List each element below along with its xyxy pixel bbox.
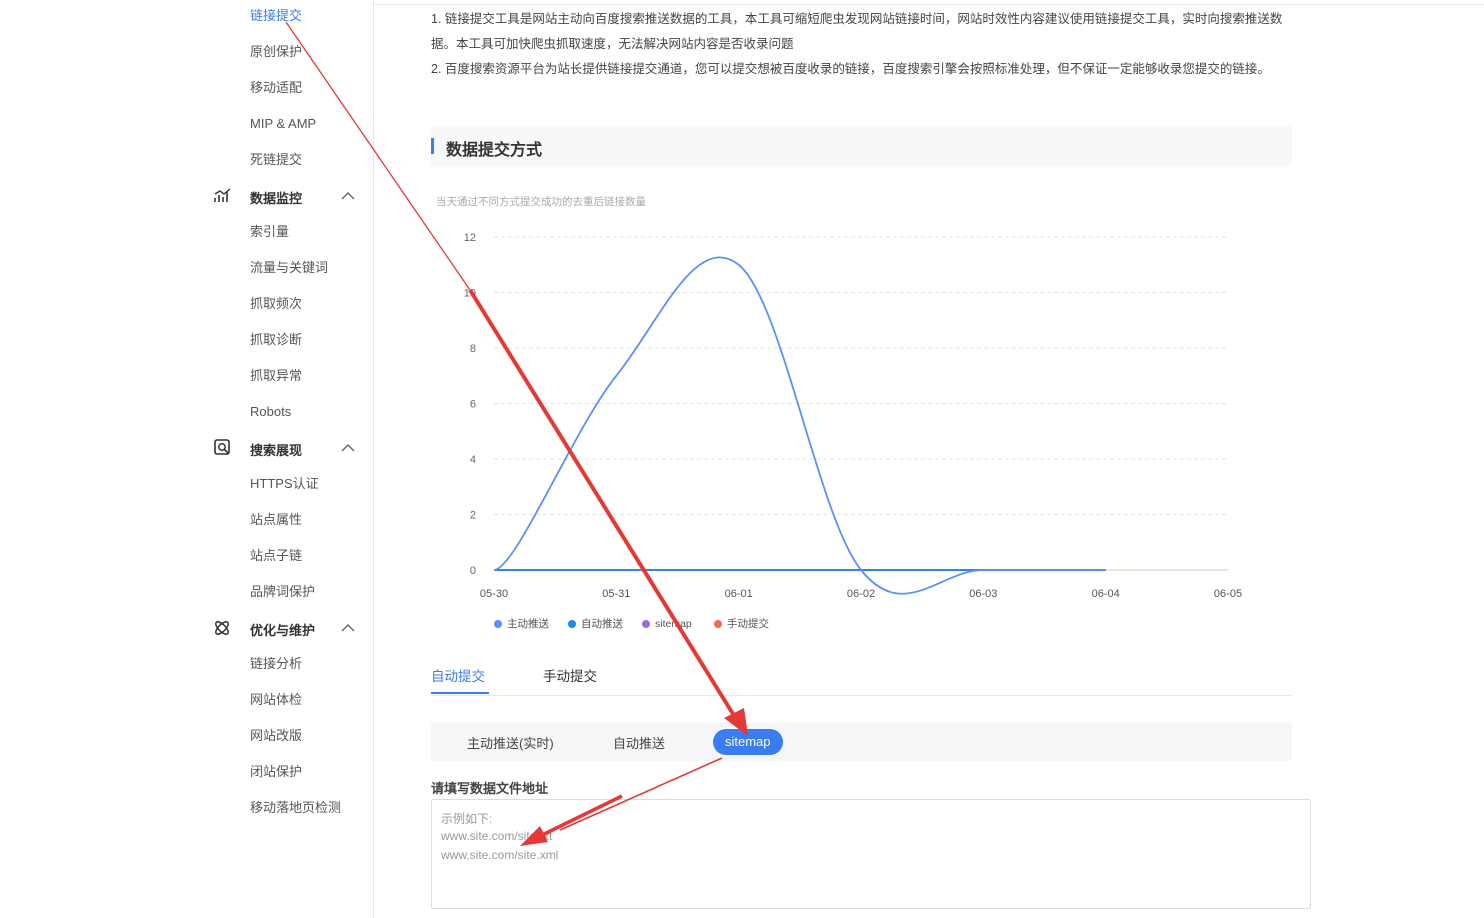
sidebar-item-mobile-adapt[interactable]: 移动适配 <box>250 80 302 96</box>
sidebar-group-label: 优化与维护 <box>250 623 316 638</box>
sidebar-item-original-protect[interactable]: 原创保护 <box>250 44 302 60</box>
sidebar-group-optimize[interactable]: 优化与维护 <box>212 618 360 638</box>
legend-label: sitemap <box>655 618 692 630</box>
legend-marker <box>642 620 650 628</box>
sidebar-item-site-attr[interactable]: 站点属性 <box>250 512 302 528</box>
legend-label: 手动提交 <box>727 617 769 630</box>
legend-label: 自动推送 <box>581 617 623 630</box>
x-tick-label: 05-30 <box>480 588 508 600</box>
y-tick-label: 12 <box>464 232 476 244</box>
sidebar-item-site-close[interactable]: 闭站保护 <box>250 764 302 780</box>
placeholder-line: www.site.com/site.xml <box>441 848 559 862</box>
x-tick-label: 05-31 <box>602 588 630 600</box>
y-tick-label: 10 <box>464 288 476 300</box>
tab-auto-submit[interactable]: 自动提交 <box>431 665 485 685</box>
x-tick-label: 06-02 <box>847 588 875 600</box>
sidebar-item-dead-link[interactable]: 死链提交 <box>250 152 302 168</box>
data-file-label: 请填写数据文件地址 <box>431 781 549 796</box>
sidebar-group-label: 数据监控 <box>250 191 303 206</box>
line-chart: 0 2 4 6 8 10 12 05-30 05-31 06-01 06-02 06-03 06-04 0… <box>464 232 1242 630</box>
submit-tabs: 自动提交 手动提交 <box>431 657 1292 696</box>
sidebar-item-mobile-landing[interactable]: 移动落地页检测 <box>250 800 341 816</box>
placeholder-line: www.site.com/site.txt <box>441 829 553 843</box>
y-tick-label: 2 <box>470 510 476 522</box>
sidebar-item-sitelinks[interactable]: 站点子链 <box>250 548 302 564</box>
sidebar-item-index[interactable]: 索引量 <box>250 224 289 240</box>
y-tick-label: 4 <box>470 454 476 466</box>
sidebar-group-data-monitor[interactable]: 数据监控 <box>212 186 360 206</box>
sidebar-item-brand-protect[interactable]: 品牌词保护 <box>250 584 315 600</box>
y-tick-label: 8 <box>470 343 476 355</box>
atom-icon <box>215 621 229 635</box>
series-line-主动推送 <box>493 256 1106 595</box>
placeholder-line: 示例如下: <box>441 812 493 826</box>
sidebar-item-crawl-error[interactable]: 抓取异常 <box>250 368 302 384</box>
sidebar-item-site-revision[interactable]: 网站改版 <box>250 728 302 744</box>
chevron-up-icon[interactable] <box>340 618 356 638</box>
sidebar-item-crawl-frequency[interactable]: 抓取频次 <box>250 296 302 312</box>
intro-text: 1. 链接提交工具是网站主动向百度搜索推送数据的工具，本工具可缩短爬虫发现网站链… <box>431 7 1301 82</box>
sidebar-item-site-check[interactable]: 网站体检 <box>250 692 302 708</box>
sidebar-item-crawl-diagnose[interactable]: 抓取诊断 <box>250 332 302 348</box>
sidebar-item-mip-amp[interactable]: MIP & AMP <box>250 116 316 132</box>
legend-marker <box>494 620 502 628</box>
sidebar-group-label: 搜索展现 <box>250 443 303 458</box>
data-file-input[interactable]: 示例如下: www.site.com/site.txt www.site.com… <box>431 799 1311 909</box>
tab-manual-submit[interactable]: 手动提交 <box>543 665 597 685</box>
sidebar-item-link-submit[interactable]: 链接提交 <box>250 8 302 24</box>
intro-line: 1. 链接提交工具是网站主动向百度搜索推送数据的工具，本工具可缩短爬虫发现网站链… <box>431 12 1283 26</box>
sidebar-item-https[interactable]: HTTPS认证 <box>250 476 319 492</box>
chart-title: 当天通过不同方式提交成功的去重后链接数量 <box>436 196 646 208</box>
sidebar-item-link-analysis[interactable]: 链接分析 <box>250 656 302 672</box>
legend-marker <box>714 620 722 628</box>
search-display-icon <box>214 439 230 455</box>
legend-label: 主动推送 <box>507 617 549 630</box>
subtab-sitemap[interactable]: sitemap <box>713 729 783 755</box>
section-accent-bar <box>431 138 434 154</box>
sidebar-group-search-display[interactable]: 搜索展现 <box>212 438 360 458</box>
chevron-up-icon[interactable] <box>340 438 356 458</box>
legend-marker <box>568 620 576 628</box>
sidebar: 链接提交 原创保护 移动适配 MIP & AMP 死链提交 数据监控 索引量 流… <box>0 0 374 918</box>
active-tab-indicator <box>431 692 489 694</box>
sidebar-item-robots[interactable]: Robots <box>250 404 291 420</box>
x-tick-label: 06-01 <box>725 588 753 600</box>
sidebar-item-traffic-keywords[interactable]: 流量与关键词 <box>250 260 328 276</box>
section-title: 数据提交方式 <box>446 142 543 159</box>
section-header: 数据提交方式 <box>431 126 1292 166</box>
intro-line: 2. 百度搜索资源平台为站长提供链接提交通道，您可以提交想被百度收录的链接，百度… <box>431 62 1270 76</box>
x-tick-label: 06-05 <box>1214 588 1242 600</box>
subtab-auto-push[interactable]: 自动推送 <box>613 733 665 752</box>
chart-icon <box>214 188 231 202</box>
intro-line: 据。本工具可加快爬虫抓取速度，无法解决网站内容是否收录问题 <box>431 37 794 51</box>
y-tick-label: 0 <box>470 565 476 577</box>
x-tick-label: 06-03 <box>969 588 997 600</box>
y-tick-label: 6 <box>470 399 476 411</box>
submit-method-tabs: 主动推送(实时) 自动推送 sitemap <box>431 723 1292 761</box>
chevron-up-icon[interactable] <box>340 186 356 206</box>
subtab-active-push[interactable]: 主动推送(实时) <box>467 733 554 752</box>
x-tick-label: 06-04 <box>1092 588 1120 600</box>
